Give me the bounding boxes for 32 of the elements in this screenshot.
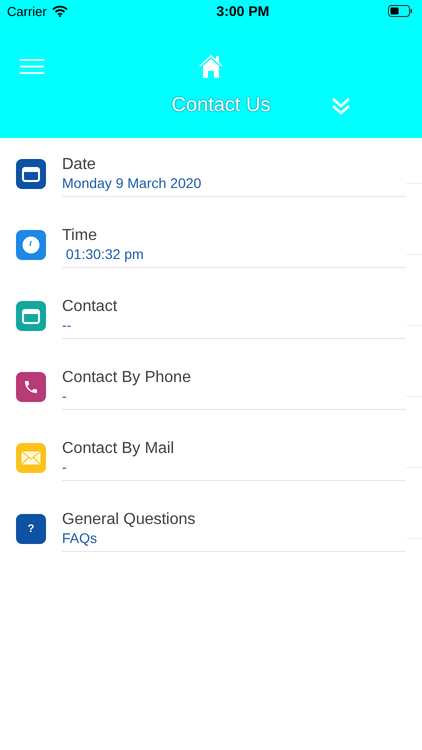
calendar-icon — [22, 166, 40, 182]
item-value: - — [62, 458, 68, 476]
list-item[interactable]: Contact By Mail - — [62, 430, 406, 481]
status-time: 3:00 PM — [216, 3, 270, 19]
item-value: - — [62, 387, 68, 405]
home-icon[interactable] — [198, 54, 224, 78]
list-item[interactable]: Contact By Phone - — [62, 359, 406, 410]
item-title: General Questions — [62, 510, 196, 529]
battery-icon — [388, 5, 412, 17]
item-value: -- — [62, 316, 72, 334]
list-item[interactable]: Date Monday 9 March 2020 — [62, 146, 406, 197]
item-value: 01:30:32 pm — [64, 245, 145, 263]
list-item[interactable]: General Questions FAQs — [62, 501, 406, 552]
list-item[interactable]: Time 01:30:32 pm — [62, 217, 406, 268]
chevron-down-icon[interactable] — [331, 96, 351, 114]
item-title: Contact — [62, 297, 118, 316]
page-title: Contact Us — [170, 94, 272, 117]
item-title: Date — [62, 155, 97, 174]
calendar-icon — [22, 308, 40, 324]
question-mark-label: ? — [28, 523, 34, 535]
list-item[interactable]: Contact -- — [62, 288, 406, 339]
item-value: Monday 9 March 2020 — [62, 174, 202, 192]
item-title: Contact By Mail — [62, 439, 176, 458]
carrier-label: Carrier — [7, 4, 47, 18]
envelope-icon — [21, 451, 41, 465]
clock-icon — [22, 236, 40, 254]
wifi-icon — [52, 5, 68, 17]
phone-icon — [23, 379, 39, 395]
item-value: FAQs — [62, 529, 98, 547]
item-title: Time — [62, 226, 98, 245]
item-title: Contact By Phone — [62, 368, 192, 387]
menu-icon[interactable] — [20, 58, 44, 74]
